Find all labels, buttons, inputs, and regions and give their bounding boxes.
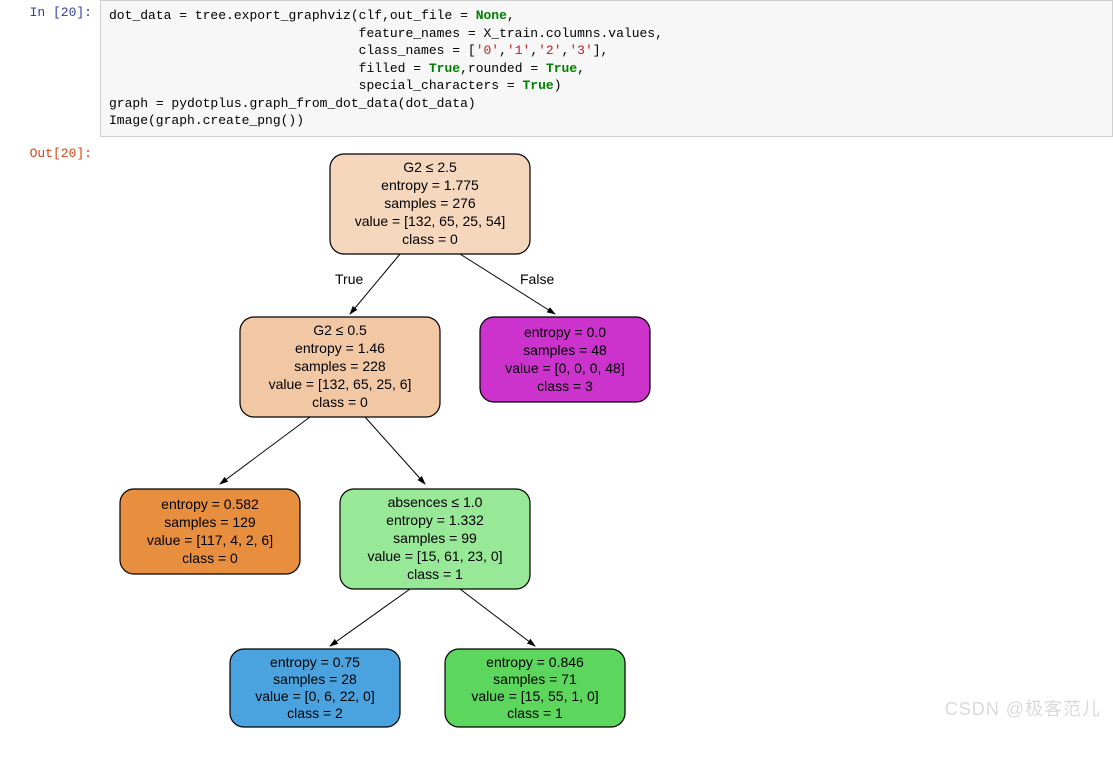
svg-text:entropy = 1.46: entropy = 1.46 xyxy=(295,340,385,356)
svg-text:entropy = 0.846: entropy = 0.846 xyxy=(486,654,584,670)
tree-node-lrr: entropy = 0.846 samples = 71 value = [15… xyxy=(445,649,625,727)
prompt-in: In [20]: xyxy=(0,0,100,137)
svg-text:samples = 71: samples = 71 xyxy=(493,671,577,687)
svg-text:value = [132, 65, 25, 54]: value = [132, 65, 25, 54] xyxy=(355,213,506,229)
svg-text:samples = 228: samples = 228 xyxy=(294,358,386,374)
svg-text:samples = 99: samples = 99 xyxy=(393,530,477,546)
watermark-text: CSDN @极客范儿 xyxy=(945,695,1101,721)
tree-node-left: G2 ≤ 0.5 entropy = 1.46 samples = 228 va… xyxy=(240,317,440,417)
svg-text:value = [0, 6, 22, 0]: value = [0, 6, 22, 0] xyxy=(255,688,374,704)
code-text: dot_data = tree.export_graphviz(clf,out_… xyxy=(109,8,663,128)
tree-node-ll: entropy = 0.582 samples = 129 value = [1… xyxy=(120,489,300,574)
svg-text:absences ≤ 1.0: absences ≤ 1.0 xyxy=(388,494,483,510)
svg-text:class = 0: class = 0 xyxy=(182,550,238,566)
svg-text:value = [15, 61, 23, 0]: value = [15, 61, 23, 0] xyxy=(367,548,502,564)
svg-text:value = [132, 65, 25, 6]: value = [132, 65, 25, 6] xyxy=(269,376,412,392)
svg-text:class = 0: class = 0 xyxy=(312,394,368,410)
svg-text:entropy = 0.582: entropy = 0.582 xyxy=(161,496,259,512)
tree-edge xyxy=(220,417,310,484)
tree-node-root: G2 ≤ 2.5 entropy = 1.775 samples = 276 v… xyxy=(330,154,530,254)
svg-text:entropy = 0.0: entropy = 0.0 xyxy=(524,324,606,340)
svg-text:samples = 129: samples = 129 xyxy=(164,514,256,530)
input-cell: In [20]: dot_data = tree.export_graphviz… xyxy=(0,0,1113,137)
tree-node-lrl: entropy = 0.75 samples = 28 value = [0, … xyxy=(230,649,400,727)
tree-edge xyxy=(460,589,535,646)
svg-text:entropy = 1.332: entropy = 1.332 xyxy=(386,512,484,528)
svg-text:samples = 28: samples = 28 xyxy=(273,671,357,687)
svg-text:samples = 48: samples = 48 xyxy=(523,342,607,358)
edge-label-false: False xyxy=(520,271,554,287)
svg-text:entropy = 0.75: entropy = 0.75 xyxy=(270,654,360,670)
decision-tree-diagram: True False G2 ≤ 2.5 entropy = 1.775 samp… xyxy=(100,149,800,729)
svg-text:value = [15, 55, 1, 0]: value = [15, 55, 1, 0] xyxy=(471,688,598,704)
tree-edge xyxy=(365,417,425,484)
tree-node-right: entropy = 0.0 samples = 48 value = [0, 0… xyxy=(480,317,650,402)
tree-edge xyxy=(330,589,410,646)
svg-text:samples = 276: samples = 276 xyxy=(384,195,476,211)
svg-text:G2 ≤ 0.5: G2 ≤ 0.5 xyxy=(313,322,367,338)
edge-label-true: True xyxy=(335,271,363,287)
svg-text:class = 2: class = 2 xyxy=(287,705,343,721)
code-cell[interactable]: dot_data = tree.export_graphviz(clf,out_… xyxy=(100,0,1113,137)
svg-text:class = 0: class = 0 xyxy=(402,231,458,247)
svg-text:class = 3: class = 3 xyxy=(537,378,593,394)
svg-text:G2 ≤ 2.5: G2 ≤ 2.5 xyxy=(403,159,457,175)
svg-text:entropy = 1.775: entropy = 1.775 xyxy=(381,177,479,193)
svg-text:value = [0, 0, 0, 48]: value = [0, 0, 0, 48] xyxy=(505,360,624,376)
prompt-out: Out[20]: xyxy=(0,141,100,729)
svg-text:value = [117, 4, 2, 6]: value = [117, 4, 2, 6] xyxy=(147,532,273,548)
output-area: True False G2 ≤ 2.5 entropy = 1.775 samp… xyxy=(100,141,1113,729)
svg-text:class = 1: class = 1 xyxy=(407,566,463,582)
tree-node-lr: absences ≤ 1.0 entropy = 1.332 samples =… xyxy=(340,489,530,589)
output-cell: Out[20]: True False G2 ≤ 2.5 en xyxy=(0,141,1113,729)
svg-text:class = 1: class = 1 xyxy=(507,705,563,721)
